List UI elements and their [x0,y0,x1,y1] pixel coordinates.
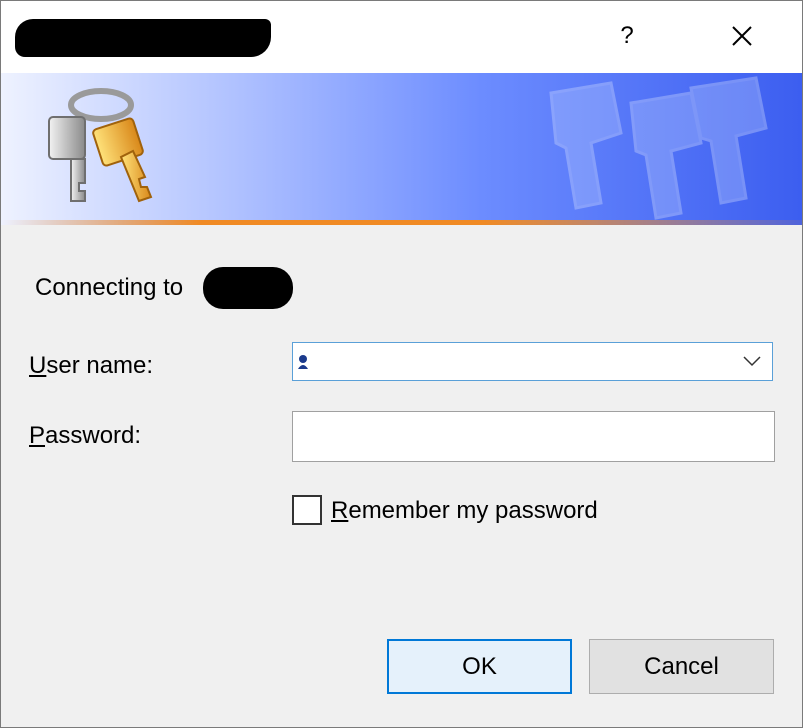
username-label: User name: [29,352,153,380]
remember-password-label[interactable]: Remember my password [331,497,598,525]
user-icon [298,355,308,369]
remember-password-checkbox[interactable] [292,495,322,525]
cancel-button[interactable]: Cancel [589,639,774,694]
keys-watermark-icon [549,76,768,220]
title-bar[interactable]: ? [1,1,802,73]
redacted-title [15,19,271,57]
username-combobox[interactable] [292,342,773,381]
remember-label-text: emember my password [348,497,598,524]
username-input[interactable] [315,347,739,378]
password-input[interactable] [292,411,775,462]
username-label-mnemonic: U [29,352,47,379]
password-label-mnemonic: P [29,422,46,449]
connecting-label: Connecting to [35,274,184,301]
redacted-host [203,267,293,309]
password-label: Password: [29,422,141,450]
banner-accent-line [1,220,802,225]
username-label-text: ser name: [46,352,154,379]
help-button[interactable]: ? [597,13,657,59]
chevron-down-icon[interactable] [743,355,761,367]
password-label-text: assword: [45,422,142,449]
keys-icon [48,88,153,203]
remember-label-mnemonic: R [331,497,349,524]
ok-button[interactable]: OK [387,639,572,694]
close-button[interactable] [712,13,772,59]
credentials-dialog: ? Connecting to User name: Password: Rem… [0,0,803,728]
header-banner [1,73,802,225]
close-icon [732,26,752,46]
